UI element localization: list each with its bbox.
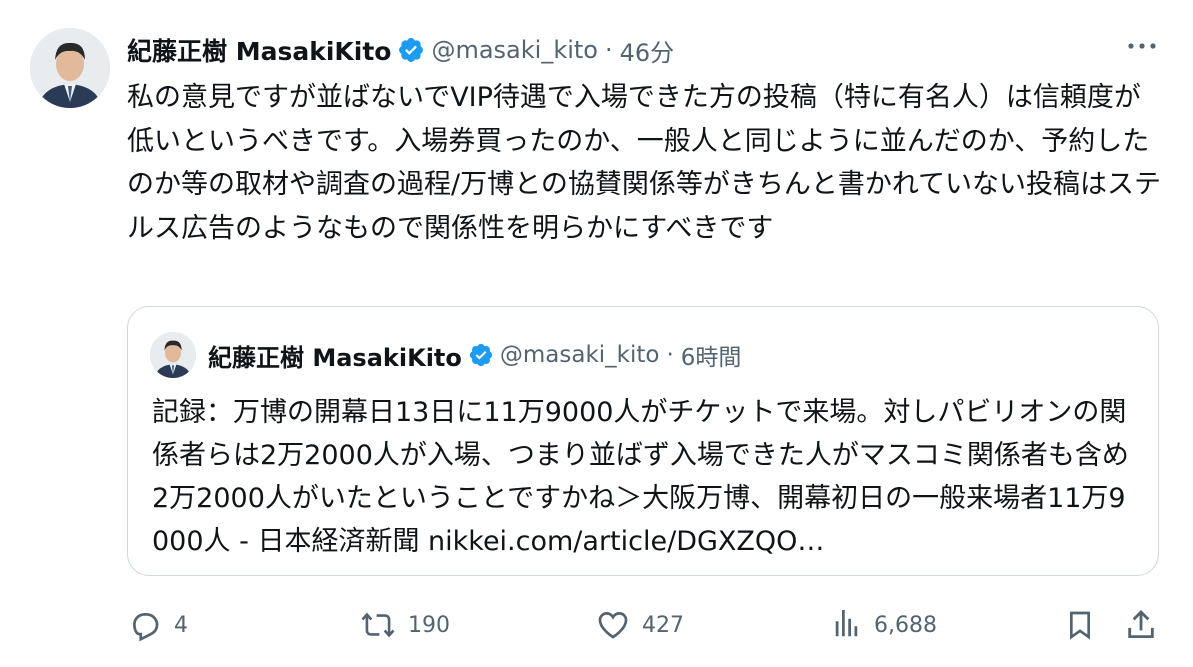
retweet-icon bbox=[360, 608, 396, 642]
quoted-tweet-header: 紀藤正樹 MasakiKito @masaki_kito · 6時間 bbox=[208, 335, 741, 375]
more-options-button[interactable] bbox=[1124, 34, 1160, 58]
bookmark-icon bbox=[1064, 608, 1096, 642]
views-button[interactable]: 6,688 bbox=[832, 600, 937, 650]
quoted-author-handle[interactable]: @masaki_kito bbox=[500, 342, 660, 368]
author-name[interactable]: 紀藤正樹 MasakiKito bbox=[127, 32, 391, 68]
retweet-count: 190 bbox=[408, 612, 450, 638]
separator-dot: · bbox=[666, 342, 674, 368]
tweet-time[interactable]: 46分 bbox=[620, 33, 675, 68]
heart-icon bbox=[596, 608, 630, 642]
quoted-author-avatar[interactable] bbox=[150, 332, 196, 378]
like-count: 427 bbox=[642, 612, 684, 638]
more-dots-icon bbox=[1127, 42, 1157, 50]
views-count: 6,688 bbox=[874, 612, 937, 638]
separator-dot: · bbox=[605, 36, 613, 64]
reply-button[interactable]: 4 bbox=[128, 600, 188, 650]
quoted-tweet-card[interactable]: 紀藤正樹 MasakiKito @masaki_kito · 6時間 記録：万博… bbox=[127, 306, 1159, 576]
retweet-button[interactable]: 190 bbox=[360, 600, 450, 650]
quoted-author-name[interactable]: 紀藤正樹 MasakiKito bbox=[208, 338, 462, 373]
author-handle[interactable]: @masaki_kito bbox=[431, 36, 598, 64]
views-chart-icon bbox=[832, 609, 862, 641]
tweet-header: 紀藤正樹 MasakiKito @masaki_kito · 46分 bbox=[127, 26, 674, 74]
verified-badge-icon bbox=[468, 342, 494, 368]
reply-icon bbox=[128, 608, 162, 642]
like-button[interactable]: 427 bbox=[596, 600, 684, 650]
author-avatar[interactable] bbox=[30, 28, 110, 108]
verified-badge-icon[interactable] bbox=[397, 36, 425, 64]
bookmark-button[interactable] bbox=[1064, 600, 1096, 650]
reply-count: 4 bbox=[174, 612, 188, 638]
tweet-text: 私の意見ですが並ばないでVIP待遇で入場できた方の投稿（特に有名人）は信頼度が低… bbox=[127, 82, 1162, 244]
quoted-tweet-time[interactable]: 6時間 bbox=[681, 338, 742, 372]
share-button[interactable] bbox=[1124, 600, 1158, 650]
quoted-tweet-text: 記録：万博の開幕日13日に11万9000人がチケットで来場。対しパビリオンの関係… bbox=[152, 397, 1129, 557]
tweet-action-bar: 4 190 427 6,688 bbox=[0, 600, 1193, 650]
share-icon bbox=[1124, 608, 1158, 642]
